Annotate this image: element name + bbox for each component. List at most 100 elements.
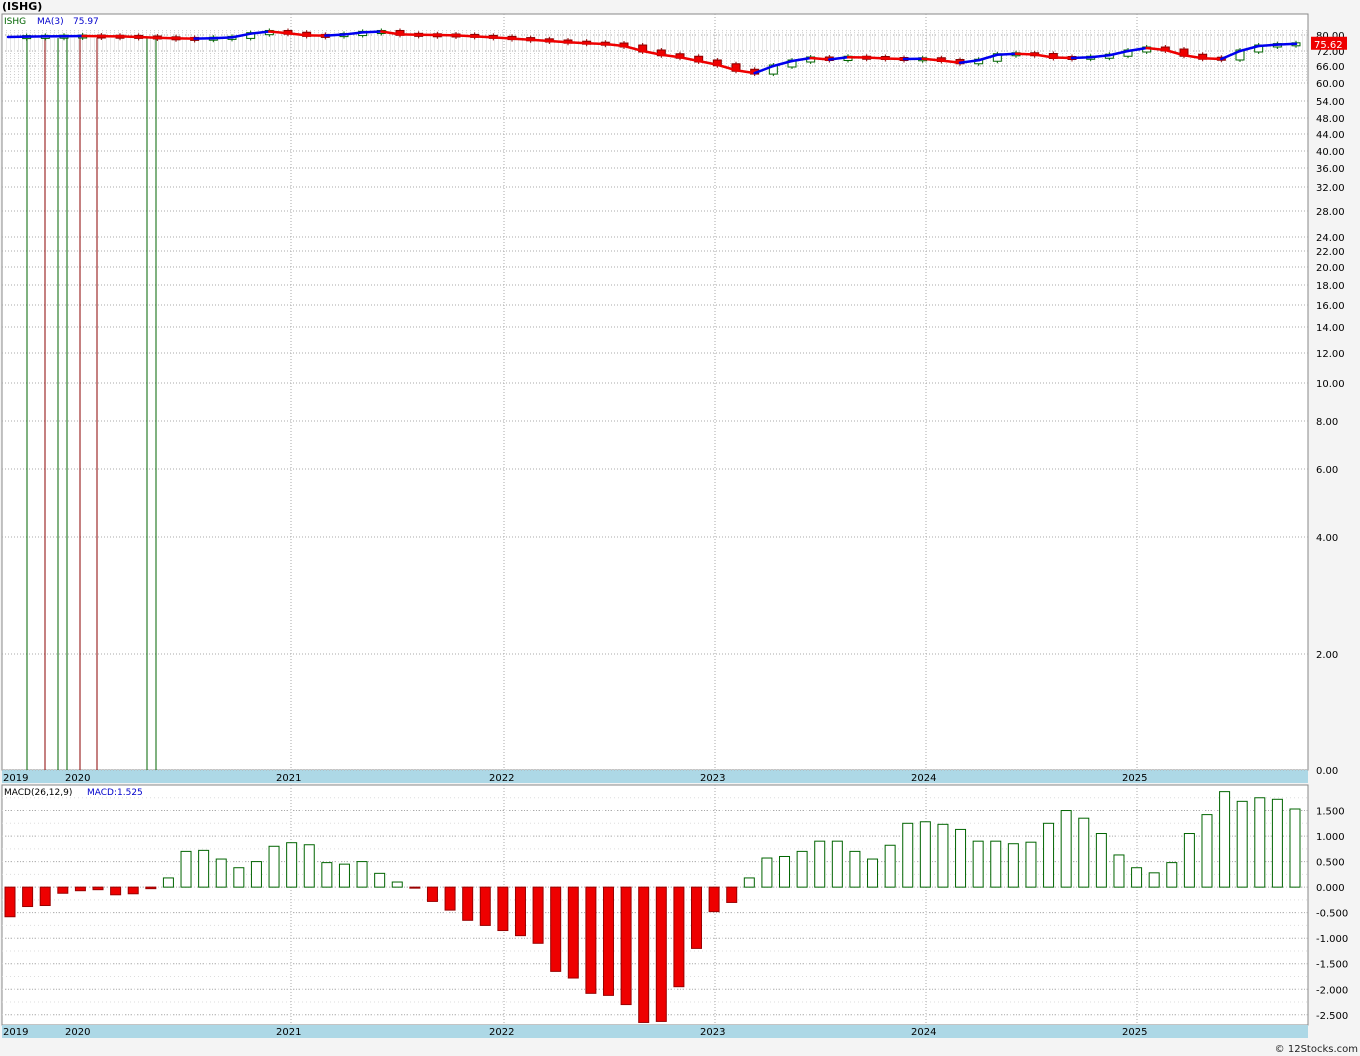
price-y-tick-label: 4.00 — [1316, 533, 1338, 544]
macd-y-tick-label: -1.000 — [1316, 934, 1348, 945]
macd-bar — [761, 857, 773, 888]
macd-bar — [1219, 791, 1231, 888]
macd-bar — [180, 850, 192, 888]
ma-line-segment — [510, 37, 532, 42]
macd-bar — [286, 842, 298, 888]
price-y-tick-label: 48.00 — [1316, 114, 1345, 125]
price-y-tick-label: 24.00 — [1316, 233, 1345, 244]
macd-y-tick-label: -2.000 — [1316, 985, 1348, 996]
macd-bar — [849, 850, 861, 888]
macd-bar — [391, 881, 403, 888]
macd-bar — [356, 861, 368, 888]
macd-x-tick-label: 2021 — [276, 1027, 301, 1038]
macd-legend-value: MACD:1.525 — [87, 788, 143, 798]
macd-bar — [233, 867, 245, 888]
price-y-tick-label: 10.00 — [1316, 379, 1345, 390]
macd-legend-name: MACD(26,12,9) — [4, 788, 72, 798]
macd-bar — [620, 886, 632, 1006]
price-y-tick-label: 36.00 — [1316, 164, 1345, 175]
macd-bar — [374, 872, 386, 888]
macd-bar — [1007, 843, 1019, 888]
ma-line-segment — [473, 35, 495, 39]
ma-line-segment — [137, 35, 159, 40]
ma-line-segment — [212, 36, 234, 40]
ma-line-segment — [921, 57, 943, 62]
price-x-tick-label: 2023 — [700, 773, 725, 784]
macd-bar — [462, 886, 474, 921]
price-legend-symbol: ISHG — [4, 17, 26, 27]
macd-bar — [497, 886, 509, 932]
ma-line-segment — [865, 56, 887, 60]
ma-line-segment — [492, 36, 514, 40]
price-y-tick-label: 32.00 — [1316, 183, 1345, 194]
macd-x-tick-label: 2024 — [911, 1027, 936, 1038]
macd-bar — [673, 886, 685, 988]
macd-y-tick-label: 1.500 — [1316, 807, 1345, 818]
last-price-badge-label: 75.62 — [1314, 40, 1343, 51]
macd-bar — [268, 845, 280, 888]
price-x-tick-label: 2024 — [911, 773, 936, 784]
macd-bar — [1060, 810, 1072, 888]
price-y-tick-label: 40.00 — [1316, 147, 1345, 158]
price-y-tick-label: 12.00 — [1316, 349, 1345, 360]
price-legend-ma: MA(3) — [37, 17, 64, 27]
macd-bar — [902, 822, 914, 888]
macd-bar — [937, 823, 949, 888]
macd-y-tick-label: 0.000 — [1316, 883, 1345, 894]
macd-bar — [638, 886, 650, 1023]
price-y-tick-label: 16.00 — [1316, 301, 1345, 312]
macd-bar — [796, 850, 808, 888]
ma-line-segment — [268, 30, 290, 35]
ma-line-segment — [1070, 56, 1092, 60]
ma-line-segment — [809, 56, 831, 61]
price-y-tick-label: 18.00 — [1316, 281, 1345, 292]
price-y-tick-label: 14.00 — [1316, 323, 1345, 334]
macd-bar — [532, 886, 544, 944]
macd-bar — [990, 840, 1002, 888]
price-legend-ma-value: 75.97 — [73, 17, 99, 27]
macd-bar — [215, 858, 227, 888]
macd-bar — [884, 844, 896, 888]
macd-bar — [444, 886, 456, 911]
macd-bar — [514, 886, 526, 937]
ma-line-segment — [585, 41, 607, 46]
macd-bar — [92, 886, 104, 891]
macd-bar — [479, 886, 491, 926]
macd-bar — [814, 840, 826, 888]
macd-bar — [1254, 797, 1266, 888]
ma-line-segment — [996, 52, 1018, 56]
macd-bar — [708, 886, 720, 913]
macd-bar — [585, 886, 597, 994]
price-x-tick-label: 2019 — [3, 773, 28, 784]
price-y-tick-label: 54.00 — [1316, 97, 1345, 108]
macd-date-axis-band — [2, 1025, 1308, 1038]
macd-bar — [110, 886, 122, 896]
price-y-tick-label: 44.00 — [1316, 130, 1345, 141]
ma-line-segment — [1257, 43, 1279, 48]
ma-line-segment — [118, 35, 140, 39]
macd-bar — [39, 886, 51, 907]
macd-x-tick-label: 2020 — [65, 1027, 90, 1038]
macd-bar — [779, 855, 791, 888]
price-y-tick-label: 8.00 — [1316, 417, 1338, 428]
price-y-tick-label: 28.00 — [1316, 207, 1345, 218]
ma-line-segment — [566, 40, 588, 45]
price-panel-bg — [1, 13, 1309, 771]
macd-bar — [1025, 841, 1037, 888]
macd-bar — [867, 858, 879, 888]
chart-title: (ISHG) — [2, 0, 43, 13]
macd-bar — [1236, 800, 1248, 888]
macd-x-tick-label: 2022 — [489, 1027, 514, 1038]
macd-y-tick-label: 0.500 — [1316, 858, 1345, 869]
macd-bar — [321, 862, 333, 888]
macd-bar — [955, 828, 967, 888]
price-x-tick-label: 2025 — [1122, 773, 1147, 784]
price-y-tick-label: 60.00 — [1316, 79, 1345, 90]
macd-bar — [743, 877, 755, 888]
ma-line-segment — [454, 34, 476, 38]
macd-bar — [4, 886, 16, 918]
price-y-tick-label: 6.00 — [1316, 465, 1338, 476]
macd-bar — [426, 886, 438, 902]
macd-bar — [1183, 833, 1195, 888]
ma-line-segment — [884, 57, 906, 61]
